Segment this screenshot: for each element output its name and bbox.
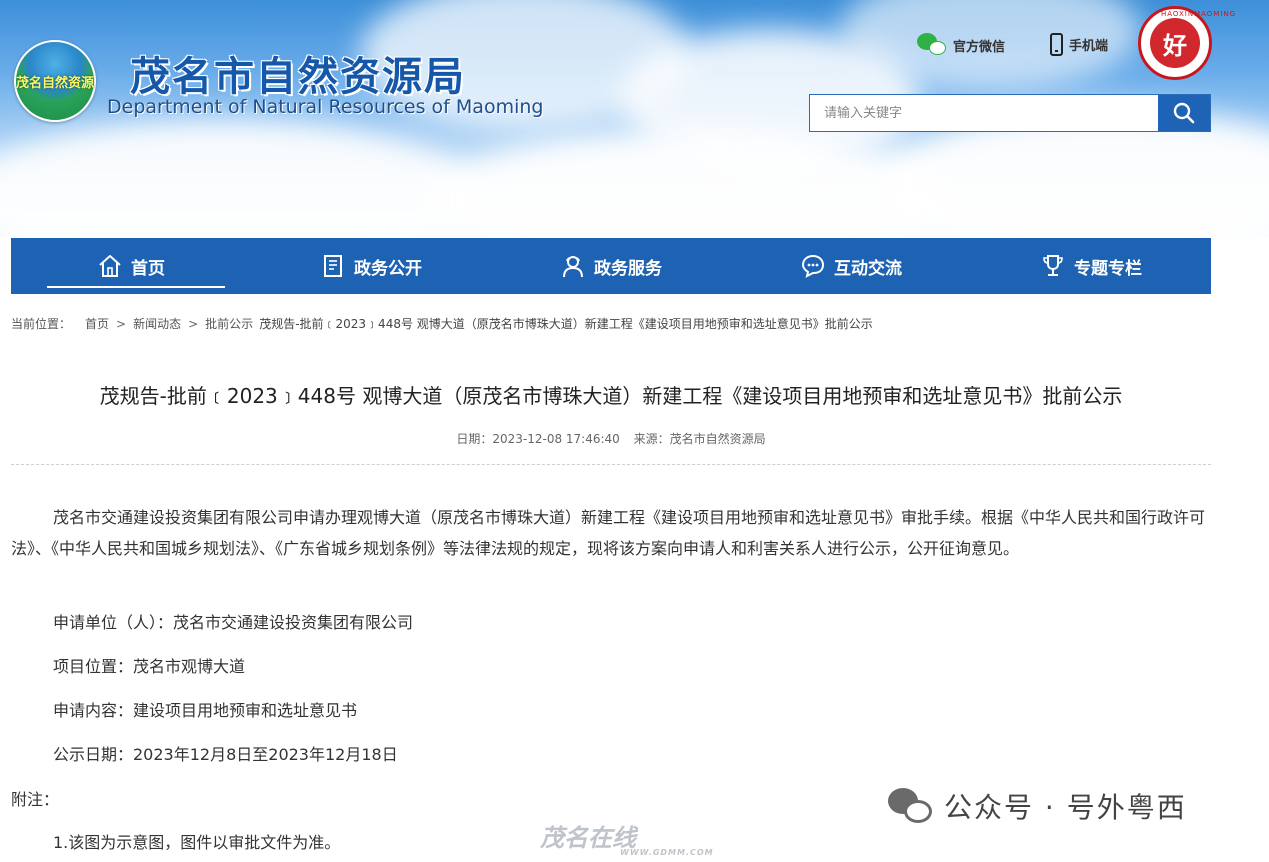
search-bar (809, 94, 1211, 132)
nav-item-government-affairs[interactable]: 政务公开 (251, 238, 491, 294)
magnifier-icon (1173, 102, 1195, 124)
nav-item-interaction[interactable]: 互动交流 (731, 238, 971, 294)
article-period: 公示日期：2023年12月8日至2023年12月18日 (53, 745, 398, 764)
breadcrumb: 当前位置： 首页 > 新闻动态 > 批前公示 茂规告-批前﹝2023﹞448号 … (11, 315, 873, 332)
article-note-label: 附注： (11, 790, 60, 809)
trophy-icon (1043, 255, 1063, 276)
header-banner: 茂名自然资源 茂名市自然资源局 Department of Natural Re… (0, 0, 1269, 238)
official-wechat-link[interactable]: 官方微信 (917, 33, 1005, 57)
breadcrumb-news[interactable]: 新闻动态 (133, 315, 181, 332)
official-wechat-label: 官方微信 (953, 39, 1006, 55)
breadcrumb-separator: > (116, 316, 127, 331)
site-watermark-url: WWW.GDMM.COM (620, 848, 714, 857)
wechat-account-name: 公众号 · 号外粤西 (944, 791, 1187, 824)
article-body-paragraph: 茂名市交通建设投资集团有限公司申请办理观博大道（原茂名市博珠大道）新建工程《建设… (11, 508, 1206, 558)
wechat-account-watermark: 公众号 · 号外粤西 (888, 786, 1187, 826)
nav-government-services-label: 政务服务 (594, 258, 662, 279)
logo-text: 茂名自然资源 (16, 75, 95, 91)
main-nav: 首页 政务公开 政务服务 互动交流 专题专栏 (11, 238, 1211, 294)
article-date: 日期：2023-12-08 17:46:40 (456, 432, 620, 446)
chat-bubble-icon (801, 254, 825, 278)
site-title[interactable]: 茂名市自然资源局 (130, 44, 466, 102)
emblem-ring-text: HAOXINMAOMING (1161, 10, 1237, 18)
wechat-watermark-icon (888, 786, 934, 826)
site-subtitle: Department of Natural Resources of Maomi… (107, 96, 544, 118)
search-input[interactable] (810, 95, 1158, 131)
mobile-site-label: 手机端 (1069, 39, 1109, 54)
site-watermark: 茂名在线 WWW.GDMM.COM (540, 818, 713, 857)
breadcrumb-current: 茂规告-批前﹝2023﹞448号 观博大道（原茂名市博珠大道）新建工程《建设项目… (259, 317, 873, 331)
emblem-glyph: 好 (1150, 18, 1200, 68)
nav-home-label: 首页 (131, 258, 165, 279)
nav-item-home[interactable]: 首页 (11, 238, 251, 294)
article-note-1: 1.该图为示意图，图件以审批文件为准。 (53, 833, 341, 852)
article-source: 来源：茂名市自然资源局 (633, 432, 766, 446)
mobile-site-link[interactable]: 手机端 (1050, 33, 1108, 56)
article-meta: 日期：2023-12-08 17:46:40 来源：茂名市自然资源局 (0, 430, 1222, 447)
article-content: 申请内容：建设项目用地预审和选址意见书 (53, 701, 358, 720)
service-person-icon (563, 256, 583, 278)
wechat-icon (917, 33, 947, 57)
document-icon (324, 255, 342, 277)
search-button[interactable] (1158, 95, 1210, 131)
nav-item-government-services[interactable]: 政务服务 (491, 238, 731, 294)
title-divider (11, 464, 1211, 465)
nav-special-topics-label: 专题专栏 (1074, 258, 1142, 279)
article-location: 项目位置：茂名市观博大道 (53, 657, 246, 676)
breadcrumb-home[interactable]: 首页 (85, 315, 109, 332)
home-icon (99, 255, 121, 277)
breadcrumb-publicity[interactable]: 批前公示 (205, 315, 253, 332)
site-logo[interactable]: 茂名自然资源 (14, 40, 96, 122)
nav-interaction-label: 互动交流 (834, 258, 902, 279)
mobile-phone-icon (1050, 33, 1063, 56)
breadcrumb-separator: > (188, 316, 199, 331)
haoxin-maoming-emblem[interactable]: HAOXINMAOMING 好 (1138, 6, 1235, 80)
breadcrumb-prefix: 当前位置： (11, 317, 72, 331)
nav-government-affairs-label: 政务公开 (354, 258, 422, 279)
article-applicant: 申请单位（人）：茂名市交通建设投资集团有限公司 (53, 613, 414, 632)
article-title: 茂规告-批前﹝2023﹞448号 观博大道（原茂名市博珠大道）新建工程《建设项目… (99, 384, 1123, 408)
nav-item-special-topics[interactable]: 专题专栏 (971, 238, 1211, 294)
